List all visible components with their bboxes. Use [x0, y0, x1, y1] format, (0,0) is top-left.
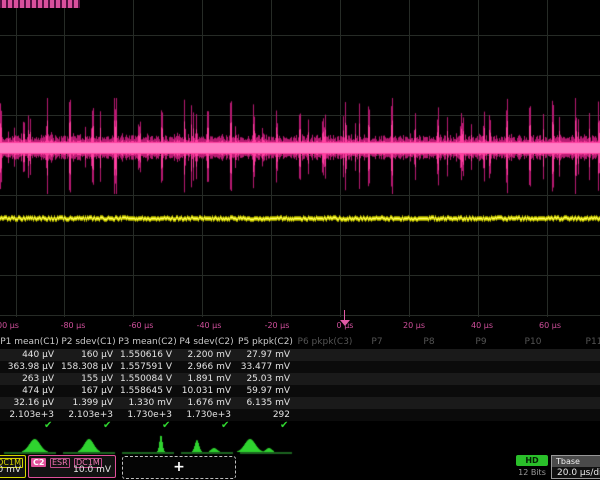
time-axis-label: 20 µs: [403, 321, 425, 330]
measure-header-p3[interactable]: P3 mean(C2): [118, 336, 177, 349]
measure-value-cell: 1.558645 V: [118, 385, 172, 397]
measure-row: 440 µV 160 µV 1.550616 V 2.200 mV 27.97 mV: [0, 349, 600, 361]
channel-descriptor-c1[interactable]: DC1M 0 mV: [0, 455, 26, 478]
time-axis-label: -60 µs: [129, 321, 154, 330]
measure-value-cell: 440 µV: [0, 349, 54, 361]
measure-value-cell: 263 µV: [0, 373, 54, 385]
waveform-canvas: [0, 0, 600, 317]
time-axis-label: 60 µs: [539, 321, 561, 330]
graticule: [0, 0, 600, 317]
c2-label-badge: C2: [31, 458, 46, 467]
measure-row: 474 µV 167 µV 1.558645 V 10.031 mV 59.97 mV: [0, 385, 600, 397]
measure-row: 363.98 µV 158.308 µV 1.557591 V 2.966 mV 33.…: [0, 361, 600, 373]
time-axis-label: -80 µs: [61, 321, 86, 330]
time-axis-label: -20 µs: [265, 321, 290, 330]
channel-descriptor-c2[interactable]: C2 ESR DC1M 10.0 mV: [28, 455, 116, 478]
histicon-strip: [0, 430, 600, 456]
measure-header-inactive-p11[interactable]: P11: [586, 336, 600, 349]
hd-bits-label: 12 Bits: [512, 468, 552, 477]
timebase-value: 20.0 µs/div: [557, 468, 600, 478]
measure-value-cell: 33.477 mV: [236, 361, 290, 373]
measure-row: 2.103e+32.103e+31.730e+31.730e+3292: [0, 409, 600, 421]
measure-header-inactive-p7[interactable]: P7: [371, 336, 382, 349]
measure-value-cell: 363.98 µV: [0, 361, 54, 373]
hd-mode-badge[interactable]: HD: [516, 455, 548, 466]
measure-row: 263 µV 155 µV 1.550084 V 1.891 mV 25.03 mV: [0, 373, 600, 385]
measure-value-cell: 1.676 mV: [177, 397, 231, 409]
measure-table: P1 mean(C1)P2 sdev(C1)P3 mean(C2)P4 sdev…: [0, 336, 600, 432]
measure-value-cell: 1.330 mV: [118, 397, 172, 409]
timebase-label: Tbase: [552, 456, 600, 467]
measure-value-cell: 59.97 mV: [236, 385, 290, 397]
measure-header-p1[interactable]: P1 mean(C1): [0, 336, 59, 349]
measure-value-cell: 25.03 mV: [236, 373, 290, 385]
measure-value-cell: 155 µV: [59, 373, 113, 385]
measure-value-cell: 1.891 mV: [177, 373, 231, 385]
measure-value-cell: 1.399 µV: [59, 397, 113, 409]
timebase-descriptor[interactable]: Tbase 20.0 µs/div: [551, 455, 600, 479]
measure-value-cell: 474 µV: [0, 385, 54, 397]
measure-value-cell: 2.200 mV: [177, 349, 231, 361]
measure-header-inactive-p6[interactable]: P6 pkpk(C3): [298, 336, 353, 349]
measure-value-cell: 160 µV: [59, 349, 113, 361]
measure-header-p5[interactable]: P5 pkpk(C2): [236, 336, 295, 349]
measure-value-cell: 167 µV: [59, 385, 113, 397]
time-axis-label: -40 µs: [197, 321, 222, 330]
measure-value-cell: 6.135 mV: [236, 397, 290, 409]
measure-header-p4[interactable]: P4 sdev(C2): [177, 336, 236, 349]
measure-value-cell: 27.97 mV: [236, 349, 290, 361]
measure-value-cell: 32.16 µV: [0, 397, 54, 409]
measure-header-inactive-p9[interactable]: P9: [475, 336, 486, 349]
measure-value-cell: 10.031 mV: [177, 385, 231, 397]
measure-value-cell: 1.550616 V: [118, 349, 172, 361]
time-axis-label: -100 µs: [0, 321, 19, 330]
measure-header-p2[interactable]: P2 sdev(C1): [59, 336, 118, 349]
c1-vdiv-value: 0 mV: [0, 465, 21, 475]
measure-value-cell: 158.308 µV: [59, 361, 113, 373]
c2-vdiv-value: 10.0 mV: [73, 465, 111, 475]
measure-value-cell: 2.966 mV: [177, 361, 231, 373]
measure-header-inactive-p8[interactable]: P8: [423, 336, 434, 349]
measure-header-inactive-p10[interactable]: P10: [525, 336, 542, 349]
measure-value-cell: 1.557591 V: [118, 361, 172, 373]
time-axis: -100 µs -80 µs -60 µs -40 µs -20 µs 0 µs 20 µs…: [0, 317, 600, 336]
measure-value-cell: 1.550084 V: [118, 373, 172, 385]
time-axis-label: 40 µs: [471, 321, 493, 330]
trigger-position-marker-stem: [344, 310, 345, 320]
top-left-label[interactable]: [0, 0, 80, 8]
measure-row: 32.16 µV 1.399 µV 1.330 mV 1.676 mV 6.135 mV: [0, 397, 600, 409]
oscilloscope-screen: -100 µs -80 µs -60 µs -40 µs -20 µs 0 µs 20 µs…: [0, 0, 600, 480]
time-axis-label: 0 µs: [337, 321, 354, 330]
add-trace-button[interactable]: +: [122, 456, 236, 479]
plus-icon: +: [123, 459, 235, 475]
c2-esr-badge: ESR: [50, 458, 70, 468]
